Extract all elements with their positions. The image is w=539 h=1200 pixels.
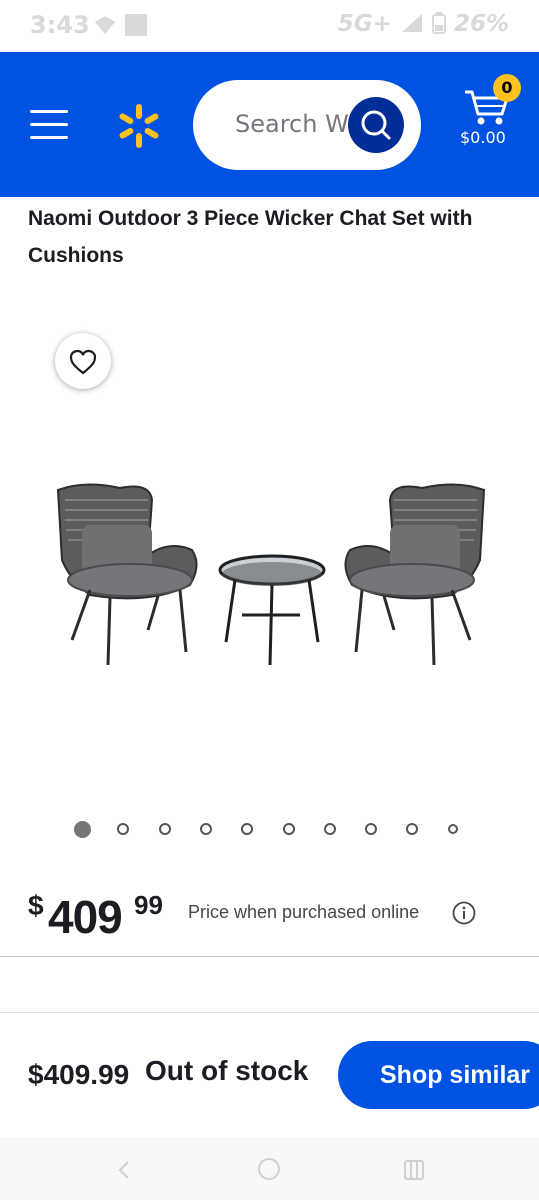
price-note: Price when purchased online <box>188 902 420 922</box>
menu-icon[interactable] <box>30 110 68 140</box>
battery-icon <box>431 12 446 34</box>
system-nav-bar <box>0 1138 539 1200</box>
carousel-dot[interactable] <box>282 823 295 835</box>
price-cents: 99 <box>134 890 163 920</box>
left-chair-graphic <box>56 483 198 666</box>
carousel-dot[interactable] <box>117 823 130 835</box>
bottom-action-bar: $409.99 Out of stock Shop similar <box>0 1013 539 1138</box>
battery-level: 26% <box>453 11 509 37</box>
carousel-dot[interactable] <box>74 821 91 838</box>
search-button[interactable] <box>348 97 404 153</box>
status-icons <box>95 14 147 36</box>
carousel-dot[interactable] <box>365 823 378 835</box>
stock-status: Out of stock <box>145 1055 309 1086</box>
cart-count-badge: 0 <box>493 74 521 102</box>
divider <box>0 956 539 957</box>
signal-icon <box>401 14 422 32</box>
product-image[interactable] <box>30 470 512 690</box>
search-bar[interactable]: Search Wa <box>193 80 421 170</box>
walmart-spark-icon[interactable] <box>115 102 163 150</box>
recents-icon[interactable] <box>402 1158 426 1182</box>
carousel-dot[interactable] <box>199 823 212 835</box>
back-icon[interactable] <box>112 1158 136 1182</box>
heart-icon <box>69 349 97 375</box>
home-icon[interactable] <box>256 1156 282 1182</box>
image-carousel-dots[interactable] <box>74 821 474 841</box>
cart-total[interactable]: $0.00 <box>460 128 506 147</box>
carousel-dot[interactable] <box>323 823 336 835</box>
carousel-dot[interactable] <box>447 824 458 834</box>
price-currency: $ <box>28 890 44 921</box>
app-header: Search Wa 0 $0.00 <box>0 52 539 197</box>
search-icon <box>361 110 391 140</box>
network-label: 5G+ <box>337 11 392 37</box>
favorite-button[interactable] <box>55 333 111 389</box>
shop-similar-button[interactable]: Shop similar <box>338 1041 539 1109</box>
carousel-dot[interactable] <box>241 823 254 835</box>
carousel-dot[interactable] <box>158 823 171 835</box>
info-icon[interactable] <box>452 901 476 925</box>
table-graphic <box>218 554 326 666</box>
bottom-price: $409.99 <box>28 1059 130 1090</box>
search-input[interactable]: Search Wa <box>235 110 355 138</box>
price-dollars: 409 <box>48 891 123 943</box>
status-time: 3:43 <box>30 11 90 39</box>
product-title: Naomi Outdoor 3 Piece Wicker Chat Set wi… <box>28 207 473 267</box>
status-network-battery: 5G+ 26% <box>338 11 509 37</box>
carousel-dot[interactable] <box>406 823 419 835</box>
status-bar: 3:43 5G+ 26% <box>0 0 539 52</box>
right-chair-graphic <box>344 483 486 666</box>
